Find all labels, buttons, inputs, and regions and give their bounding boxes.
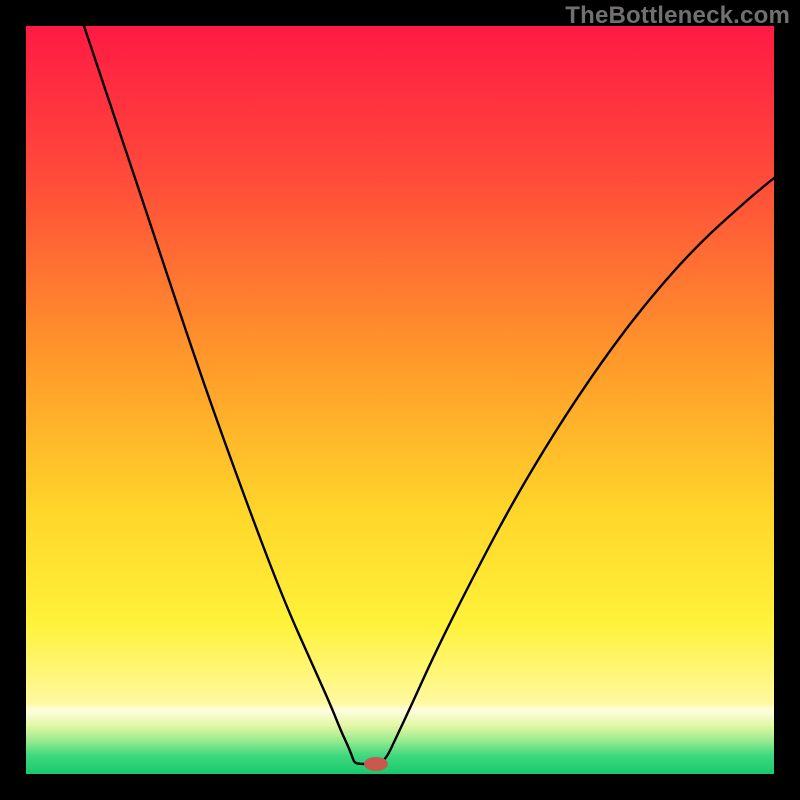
- node-marker: [364, 757, 388, 771]
- bottleneck-plot: [26, 26, 774, 774]
- plot-frame: [26, 26, 774, 774]
- watermark-text: TheBottleneck.com: [565, 2, 790, 30]
- gradient-background: [26, 26, 774, 774]
